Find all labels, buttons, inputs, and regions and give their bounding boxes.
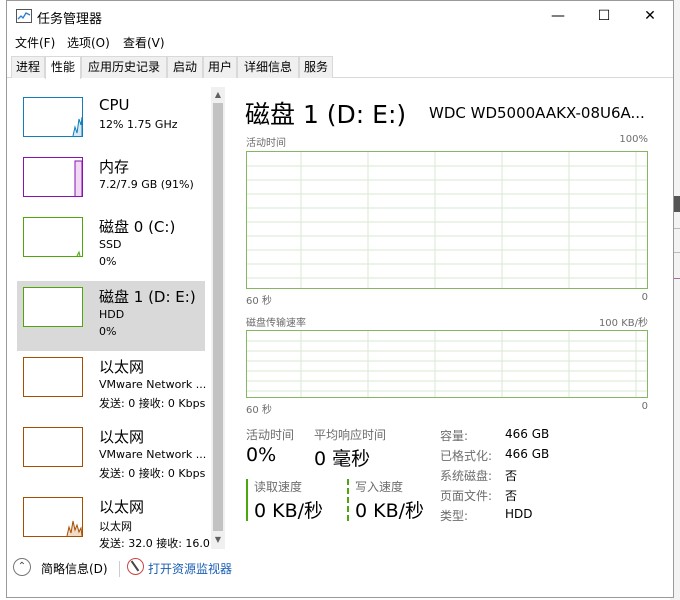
footer-divider <box>119 561 120 577</box>
page-title: 磁盘 1 (D: E:) <box>245 100 407 129</box>
fewer-details-button[interactable]: 简略信息(D) <box>41 560 108 577</box>
formatted-label: 已格式化: <box>440 449 493 463</box>
open-resource-monitor-link[interactable]: 打开资源监视器 <box>148 560 232 577</box>
system-disk-label: 系统磁盘: <box>440 469 493 483</box>
graph-min: 0 <box>641 292 648 303</box>
graph-max-active-time: 100% <box>619 134 648 145</box>
resource-name: 以太网 <box>99 498 145 516</box>
read-speed-indicator <box>246 479 248 521</box>
maximize-button[interactable]: ☐ <box>581 1 627 31</box>
tab-app-history[interactable]: 应用历史记录 <box>81 56 167 78</box>
resource-item-ethernet-3[interactable]: 以太网 以太网 发送: 32.0 接收: 16.0 Kbps <box>17 491 225 549</box>
graph-min: 0 <box>641 401 648 412</box>
ethernet-thumbnail-graph <box>23 427 83 467</box>
active-time-label: 活动时间 <box>246 428 295 442</box>
disk-1-thumbnail-graph <box>23 287 83 327</box>
menu-options[interactable]: 选项(O) <box>67 34 110 51</box>
menu-file[interactable]: 文件(F) <box>15 34 55 51</box>
scroll-down-icon[interactable]: ▼ <box>211 533 225 547</box>
resource-throughput: 发送: 32.0 接收: 16.0 Kbps <box>99 537 225 549</box>
resource-throughput: 发送: 0 接收: 0 Kbps <box>99 397 206 410</box>
type-value: HDD <box>505 507 533 521</box>
cpu-thumbnail-graph <box>23 97 83 137</box>
resource-item-ethernet-1[interactable]: 以太网 VMware Network ... 发送: 0 接收: 0 Kbps <box>17 351 207 421</box>
resource-name: 以太网 <box>99 428 145 446</box>
read-speed-label: 读取速度 <box>254 480 303 494</box>
page-file-label: 页面文件: <box>440 489 493 503</box>
title-bar[interactable]: 任务管理器 — ☐ ✕ <box>7 1 673 31</box>
write-speed-indicator <box>347 479 349 521</box>
tab-performance[interactable]: 性能 <box>45 56 81 79</box>
resource-item-disk-1[interactable]: 磁盘 1 (D: E:) HDD 0% <box>17 281 205 351</box>
write-speed-label: 写入速度 <box>355 480 404 494</box>
disk-0-thumbnail-graph <box>23 217 83 257</box>
response-time-label: 平均响应时间 <box>314 428 387 442</box>
resource-type: SSD <box>99 238 122 251</box>
tab-startup[interactable]: 启动 <box>167 56 203 78</box>
task-manager-icon <box>16 9 32 23</box>
resource-name: CPU <box>99 96 130 114</box>
graph-label-transfer-rate: 磁盘传输速率 <box>246 318 306 329</box>
tab-bar: 进程 性能 应用历史记录 启动 用户 详细信息 服务 <box>7 56 673 79</box>
scrollbar-thumb[interactable] <box>213 103 223 531</box>
graph-timespan: 60 秒 <box>246 405 272 416</box>
window-title: 任务管理器 <box>37 12 103 27</box>
resource-name: 内存 <box>99 158 130 176</box>
write-speed-value: 0 KB/秒 <box>355 500 425 522</box>
resource-name: 磁盘 0 (C:) <box>99 218 176 236</box>
resource-adapter: VMware Network ... <box>99 378 207 391</box>
formatted-value: 466 GB <box>505 447 550 461</box>
page-file-value: 否 <box>505 489 518 503</box>
resource-name: 磁盘 1 (D: E:) <box>99 288 196 306</box>
response-time-value: 0 毫秒 <box>314 448 371 470</box>
resource-list-scrollbar[interactable]: ▲ ▼ <box>211 87 225 549</box>
tab-details[interactable]: 详细信息 <box>237 56 299 78</box>
resource-monitor-icon[interactable] <box>127 558 144 575</box>
menu-view[interactable]: 查看(V) <box>123 34 165 51</box>
resource-item-ethernet-2[interactable]: 以太网 VMware Network ... 发送: 0 接收: 0 Kbps <box>17 421 207 491</box>
close-button[interactable]: ✕ <box>627 1 673 31</box>
tab-processes[interactable]: 进程 <box>11 56 45 78</box>
capacity-value: 466 GB <box>505 427 550 441</box>
active-time-graph <box>246 151 648 289</box>
memory-thumbnail-graph <box>23 157 83 197</box>
type-label: 类型: <box>440 509 469 523</box>
graph-max-transfer-rate: 100 KB/秒 <box>598 318 648 329</box>
disk-model: WDC WD5000AAKX-08U6A... <box>429 104 645 122</box>
resource-detail: 12% 1.75 GHz <box>99 118 178 131</box>
graph-label-active-time: 活动时间 <box>246 138 286 149</box>
ethernet-thumbnail-graph <box>23 357 83 397</box>
system-disk-value: 否 <box>505 469 518 483</box>
chevron-up-icon[interactable]: ⌃ <box>13 558 31 576</box>
graph-timespan: 60 秒 <box>246 296 272 307</box>
minimize-button[interactable]: — <box>535 1 581 31</box>
resource-type: HDD <box>99 308 125 321</box>
task-manager-window: 任务管理器 — ☐ ✕ 文件(F) 选项(O) 查看(V) 进程 性能 应用历史… <box>6 0 674 598</box>
ethernet-thumbnail-graph <box>23 497 83 537</box>
resource-list: CPU 12% 1.75 GHz 内存 7.2/7.9 GB (91%) 磁盘 … <box>13 87 225 549</box>
resource-name: 以太网 <box>99 358 145 376</box>
resource-adapter: VMware Network ... <box>99 448 207 461</box>
disk-detail-pane: 磁盘 1 (D: E:) WDC WD5000AAKX-08U6A... 活动时… <box>235 87 655 549</box>
transfer-rate-graph <box>246 330 648 398</box>
capacity-label: 容量: <box>440 429 469 443</box>
tab-services[interactable]: 服务 <box>299 56 333 78</box>
read-speed-value: 0 KB/秒 <box>254 500 324 522</box>
active-time-value: 0% <box>246 444 277 466</box>
resource-item-disk-0[interactable]: 磁盘 0 (C:) SSD 0% <box>17 211 205 281</box>
resource-throughput: 发送: 0 接收: 0 Kbps <box>99 467 206 480</box>
resource-detail: 7.2/7.9 GB (91%) <box>99 178 194 191</box>
tab-users[interactable]: 用户 <box>203 56 237 78</box>
scroll-up-icon[interactable]: ▲ <box>211 88 225 102</box>
resource-adapter: 以太网 <box>99 520 132 533</box>
footer-bar: ⌃ 简略信息(D) 打开资源监视器 <box>7 553 673 583</box>
resource-usage: 0% <box>99 325 117 338</box>
menu-bar: 文件(F) 选项(O) 查看(V) <box>7 31 673 53</box>
resource-usage: 0% <box>99 255 117 268</box>
